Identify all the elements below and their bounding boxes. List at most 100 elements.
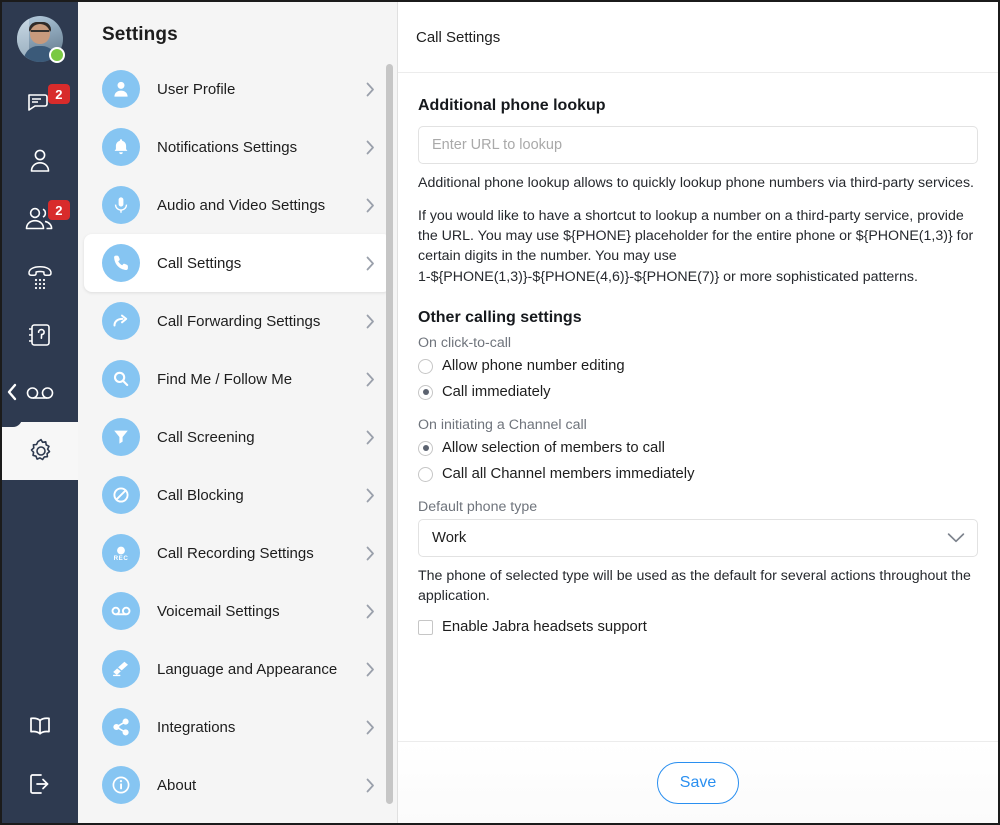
select-value[interactable]: Work (418, 518, 978, 557)
sidebar-item-call-screening[interactable]: Call Screening (84, 408, 391, 466)
voicemail-icon (25, 383, 55, 403)
sidebar-item-label: Call Settings (157, 254, 242, 272)
rail-item-chat[interactable]: 2 (2, 74, 78, 132)
chevron-right-icon (366, 372, 375, 387)
checkbox-label: Enable Jabra headsets support (442, 619, 647, 636)
settings-panel-title: Settings (102, 24, 178, 45)
sidebar-item-call-blocking[interactable]: Call Blocking (84, 466, 391, 524)
sidebar-item-label: Call Screening (157, 428, 255, 446)
avatar[interactable] (17, 16, 65, 63)
sidebar-item-audio-and-video-settings[interactable]: Audio and Video Settings (84, 176, 391, 234)
rail-item-dialpad[interactable] (2, 248, 78, 306)
chevron-right-icon (366, 778, 375, 793)
chevron-right-icon (366, 140, 375, 155)
sidebar-item-label: Voicemail Settings (157, 602, 280, 620)
rail-item-logout[interactable] (2, 755, 78, 813)
block-icon (102, 476, 140, 514)
sidebar-item-label: Notifications Settings (157, 138, 298, 156)
radio-label: Call immediately (442, 384, 551, 401)
checkbox[interactable] (418, 619, 433, 635)
sidebar-item-call-forwarding-settings[interactable]: Call Forwarding Settings (84, 292, 391, 350)
sidebar-item-label: Language and Appearance (157, 660, 338, 678)
sidebar-item-voicemail-settings[interactable]: Voicemail Settings (84, 582, 391, 640)
gear-icon (27, 437, 55, 465)
radio-button-selected[interactable] (418, 384, 433, 400)
sidebar-item-call-recording-settings[interactable]: REC Call Recording Settings (84, 524, 391, 582)
app-window: 2 2 Settings User Profile Notifications … (0, 0, 1000, 825)
share-icon (102, 708, 140, 746)
rail-item-help[interactable] (2, 697, 78, 755)
content-header: Call Settings (398, 2, 998, 73)
rail-item-groups[interactable]: 2 (2, 190, 78, 248)
radio-allow-phone-number-editing[interactable]: Allow phone number editing (418, 354, 978, 379)
settings-list-scrollbar[interactable] (386, 64, 393, 804)
sidebar-item-call-settings[interactable]: Call Settings (84, 234, 391, 292)
sidebar-item-find-me-follow-me[interactable]: Find Me / Follow Me (84, 350, 391, 408)
sidebar-item-notifications-settings[interactable]: Notifications Settings (84, 118, 391, 176)
chevron-right-icon (366, 82, 375, 97)
click-to-call-label: On click-to-call (418, 334, 512, 351)
sidebar-item-label: Find Me / Follow Me (157, 370, 293, 388)
phone-icon (102, 244, 140, 282)
voicemail-icon (102, 592, 140, 630)
content-panel: Call Settings Additional phone lookup Ad… (398, 2, 998, 823)
page-title: Call Settings (416, 28, 501, 46)
channel-call-label: On initiating a Channel call (418, 416, 587, 433)
rail-item-contacts[interactable] (2, 132, 78, 190)
chat-unread-badge: 2 (48, 84, 70, 104)
microphone-icon (102, 186, 140, 224)
radio-label: Call all Channel members immediately (442, 466, 695, 483)
rail-item-settings[interactable] (2, 422, 80, 480)
sidebar-item-label: Call Forwarding Settings (157, 312, 321, 330)
lookup-help-text-2: If you would like to have a shortcut to … (418, 208, 974, 285)
chevron-right-icon (366, 430, 375, 445)
record-icon: REC (102, 534, 140, 572)
sidebar-item-about[interactable]: About (84, 756, 391, 814)
lookup-help-text-1: Additional phone lookup allows to quickl… (418, 175, 974, 191)
radio-button[interactable] (418, 358, 433, 374)
chevron-right-icon (366, 256, 375, 271)
sidebar-item-user-profile[interactable]: User Profile (84, 60, 391, 118)
lookup-url-input[interactable] (418, 126, 978, 164)
radio-button[interactable] (418, 466, 433, 482)
radio-call-immediately[interactable]: Call immediately (418, 380, 978, 405)
collapse-sidebar-button[interactable] (2, 357, 22, 427)
other-calling-settings-title: Other calling settings (418, 308, 582, 326)
radio-allow-selection-of-members[interactable]: Allow selection of members to call (418, 436, 978, 461)
chevron-right-icon (366, 488, 375, 503)
logout-icon (26, 771, 54, 797)
chevron-right-icon (366, 662, 375, 677)
rail-item-phonebook[interactable] (2, 306, 78, 364)
chevron-down-icon[interactable] (947, 532, 965, 543)
sidebar-item-integrations[interactable]: Integrations (84, 698, 391, 756)
chevron-left-icon (6, 383, 18, 401)
content-body: Additional phone lookup Additional phone… (398, 73, 998, 741)
user-icon (102, 70, 140, 108)
sidebar-item-language-and-appearance[interactable]: Language and Appearance (84, 640, 391, 698)
sidebar-item-label: About (157, 776, 197, 794)
save-button[interactable]: Save (656, 761, 740, 804)
rail-bottom-items (2, 697, 78, 823)
sidebar-item-label: User Profile (157, 80, 236, 98)
search-icon (102, 360, 140, 398)
book-icon (26, 714, 54, 738)
primary-nav-rail: 2 2 (2, 2, 80, 823)
default-phone-type-select[interactable]: Work (418, 518, 978, 557)
chevron-right-icon (366, 604, 375, 619)
chevron-right-icon (366, 546, 375, 561)
arrow-forward-icon (102, 302, 140, 340)
radio-call-all-channel-members[interactable]: Call all Channel members immediately (418, 462, 978, 487)
radio-button-selected[interactable] (418, 440, 433, 456)
brush-icon (102, 650, 140, 688)
content-footer: Save (398, 741, 998, 823)
sidebar-item-label: Call Blocking (157, 486, 244, 504)
chevron-right-icon (366, 198, 375, 213)
settings-menu-list: User Profile Notifications Settings Audi… (78, 60, 397, 823)
chevron-right-icon (366, 314, 375, 329)
sidebar-item-label: Audio and Video Settings (157, 196, 326, 214)
jabra-headsets-checkbox-row[interactable]: Enable Jabra headsets support (418, 619, 978, 635)
groups-unread-badge: 2 (48, 200, 70, 220)
dialpad-phone-icon (25, 263, 55, 291)
